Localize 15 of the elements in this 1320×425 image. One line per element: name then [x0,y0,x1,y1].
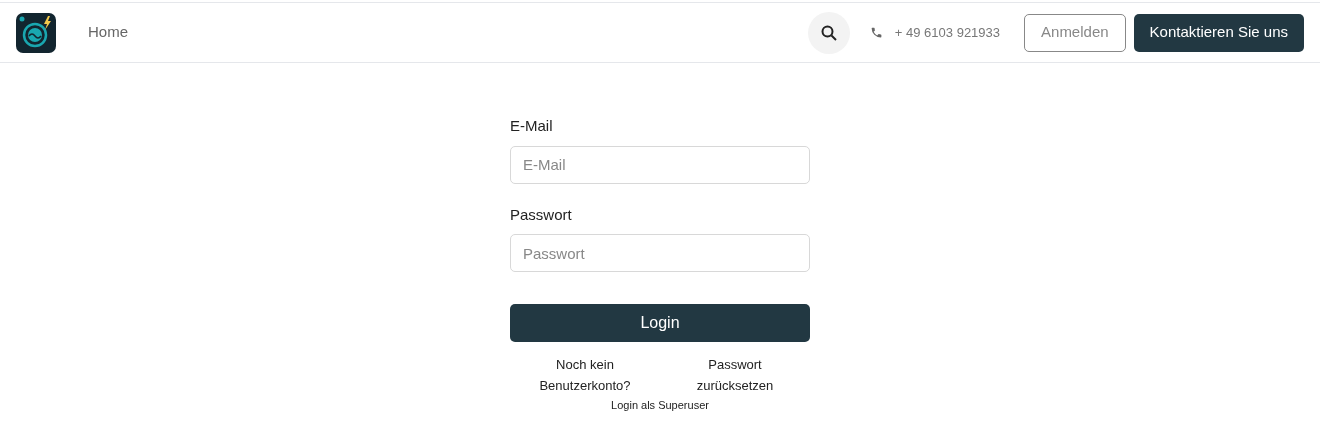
contact-button[interactable]: Kontaktieren Sie uns [1133,13,1304,52]
account-link[interactable]: Passwort zurücksetzen [680,354,790,396]
phone-number: + 49 6103 921933 [894,23,1001,42]
search-icon [820,24,837,41]
logo-icon[interactable] [16,12,56,53]
input-field[interactable]: E-Mail [510,145,810,184]
superuser-link[interactable]: Login als Superuser [611,397,709,414]
nav-link[interactable]: Home [88,21,128,44]
field-label: Passwort [510,204,573,225]
field-label: E-Mail [510,116,554,136]
account-link[interactable]: Noch kein Benutzerkonto? [530,354,640,396]
phone-icon [869,26,883,39]
input-field[interactable]: Passwort [510,234,810,272]
submit-button[interactable]: Login [510,304,810,342]
anmelden-button[interactable]: Anmelden [1024,13,1126,52]
